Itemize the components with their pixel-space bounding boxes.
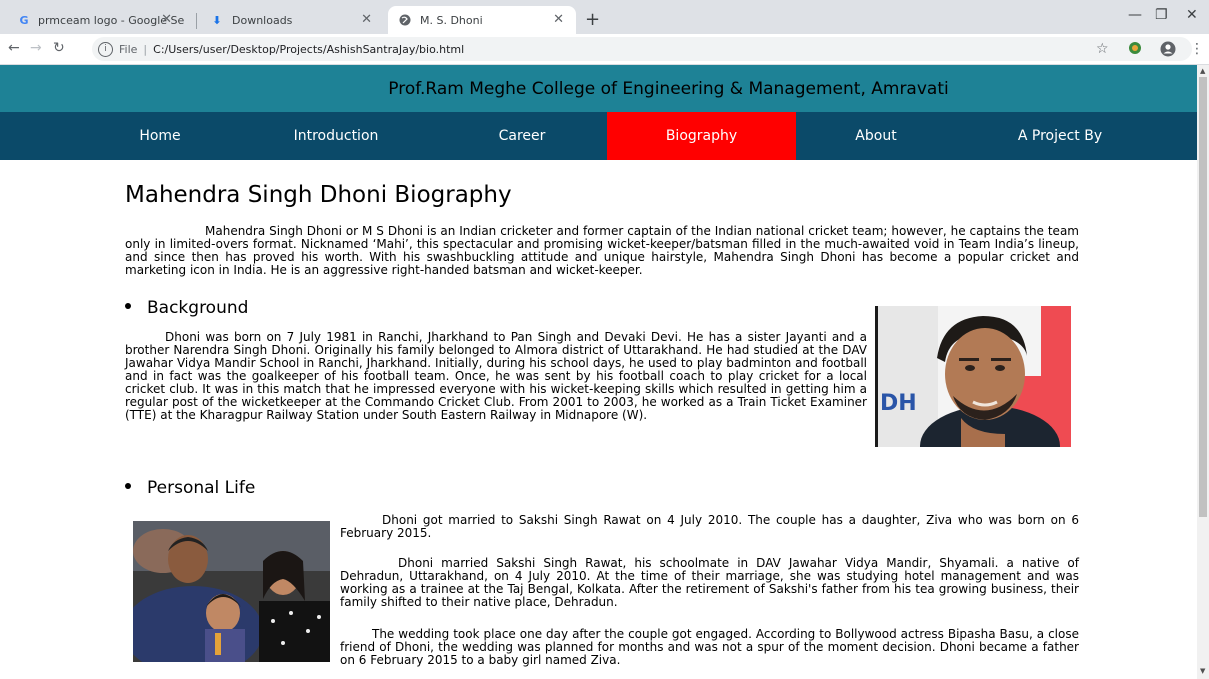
nav-about[interactable]: About bbox=[806, 112, 946, 160]
tab-separator bbox=[196, 13, 197, 29]
web-page: Prof.Ram Meghe College of Engineering & … bbox=[0, 65, 1197, 679]
scroll-down-icon[interactable]: ▼ bbox=[1200, 667, 1205, 675]
address-bar[interactable]: i File | C:/Users/user/Desktop/Projects/… bbox=[92, 37, 1192, 61]
minimize-icon[interactable]: — bbox=[1128, 7, 1142, 23]
tab-title: M. S. Dhoni bbox=[420, 13, 483, 27]
nav-career[interactable]: Career bbox=[452, 112, 592, 160]
bookmark-star-icon[interactable]: ☆ bbox=[1096, 41, 1109, 57]
nav-a-project-by[interactable]: A Project By bbox=[990, 112, 1130, 160]
intro-paragraph: Mahendra Singh Dhoni or M S Dhoni is an … bbox=[125, 224, 1079, 277]
page-title: Mahendra Singh Dhoni Biography bbox=[125, 182, 512, 208]
tab-google-search[interactable]: G prmceam logo - Google Search ✕ bbox=[8, 6, 184, 34]
google-icon: G bbox=[19, 13, 29, 27]
nav-home[interactable]: Home bbox=[90, 112, 230, 160]
extension-icon[interactable] bbox=[1128, 41, 1142, 59]
tab-title: Downloads bbox=[232, 13, 293, 27]
scrollbar-thumb[interactable] bbox=[1199, 77, 1207, 517]
college-header: Prof.Ram Meghe College of Engineering & … bbox=[0, 65, 1197, 112]
scroll-up-icon[interactable]: ▲ bbox=[1200, 67, 1205, 75]
new-tab-icon[interactable]: + bbox=[585, 9, 600, 30]
restore-icon[interactable]: ❐ bbox=[1155, 7, 1168, 23]
url-path: C:/Users/user/Desktop/Projects/AshishSan… bbox=[153, 42, 465, 56]
page-scrollbar[interactable]: ▲ ▼ bbox=[1197, 65, 1209, 679]
menu-icon[interactable]: ⋮ bbox=[1190, 41, 1204, 57]
close-tab-icon[interactable]: ✕ bbox=[161, 12, 172, 27]
profile-icon[interactable] bbox=[1160, 41, 1176, 61]
globe-icon bbox=[398, 13, 412, 27]
url-scheme: File bbox=[119, 42, 138, 56]
dhoni-family-image bbox=[133, 521, 330, 662]
bullet-dot bbox=[125, 303, 131, 309]
download-icon: ⬇ bbox=[212, 13, 222, 27]
info-icon[interactable]: i bbox=[98, 41, 113, 57]
background-paragraph: Dhoni was born on 7 July 1981 in Ranchi,… bbox=[125, 330, 867, 422]
background-heading: Background bbox=[125, 298, 248, 318]
bullet-dot bbox=[125, 483, 131, 489]
tab-downloads[interactable]: ⬇ Downloads ✕ bbox=[200, 6, 384, 34]
personal-paragraph-3: The wedding took place one day after the… bbox=[340, 627, 1079, 667]
forward-icon[interactable]: → bbox=[30, 40, 42, 56]
site-navbar: Home Introduction Career Biography About… bbox=[0, 112, 1197, 160]
personal-paragraph-2: Dhoni married Sakshi Singh Rawat, his sc… bbox=[340, 556, 1079, 609]
dhoni-portrait-image: DH bbox=[875, 306, 1071, 447]
close-tab-icon[interactable]: ✕ bbox=[553, 12, 564, 27]
personal-paragraph-1: Dhoni got married to Sakshi Singh Rawat … bbox=[340, 513, 1079, 540]
tab-strip: G prmceam logo - Google Search ✕ ⬇ Downl… bbox=[0, 0, 1209, 34]
tab-ms-dhoni[interactable]: M. S. Dhoni ✕ bbox=[388, 6, 576, 34]
nav-biography[interactable]: Biography bbox=[607, 112, 796, 160]
photo-text: DH bbox=[880, 391, 917, 416]
close-window-icon[interactable]: ✕ bbox=[1186, 7, 1198, 23]
reload-icon[interactable]: ↻ bbox=[53, 40, 65, 56]
personal-life-heading: Personal Life bbox=[125, 478, 255, 498]
back-icon[interactable]: ← bbox=[8, 40, 20, 56]
close-tab-icon[interactable]: ✕ bbox=[361, 12, 372, 27]
browser-toolbar: ← → ↻ i File | C:/Users/user/Desktop/Pro… bbox=[0, 34, 1209, 65]
nav-introduction[interactable]: Introduction bbox=[266, 112, 406, 160]
